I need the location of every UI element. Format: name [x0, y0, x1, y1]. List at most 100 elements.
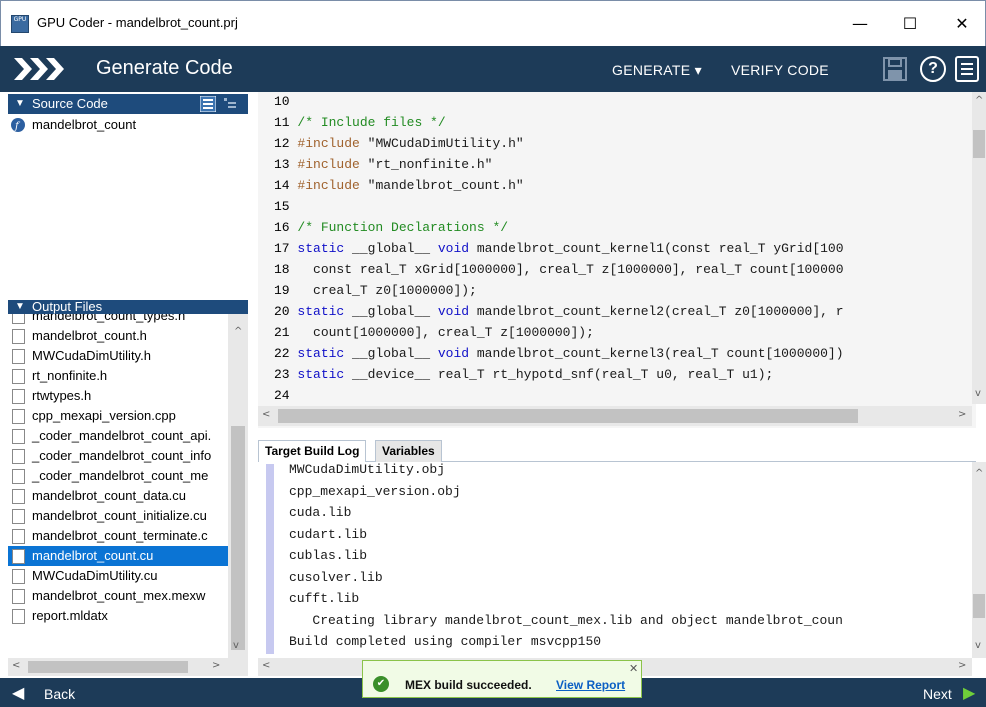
maximize-button[interactable]: ☐	[887, 9, 933, 39]
line-number: 20	[274, 304, 290, 319]
file-icon	[12, 449, 25, 464]
log-vertical-scrollbar[interactable]: ^ v	[972, 462, 986, 658]
collapse-triangle-icon[interactable]: ▼	[15, 98, 25, 109]
source-code-header[interactable]: ▼ Source Code	[8, 94, 248, 114]
tab-variables[interactable]: Variables	[375, 440, 442, 462]
log-line: cuda.lib	[289, 505, 352, 520]
collapse-triangle-icon[interactable]: ▼	[15, 301, 25, 312]
title-bar: GPU GPU Coder - mandelbrot_count.prj — ☐…	[0, 0, 986, 46]
output-file-label: _coder_mandelbrot_count_info	[32, 448, 212, 463]
output-file-item[interactable]: _coder_mandelbrot_count_api.	[8, 426, 228, 446]
next-button[interactable]: Next	[923, 686, 952, 702]
source-item-mandelbrot-count[interactable]: f mandelbrot_count	[8, 115, 248, 135]
output-file-item[interactable]: MWCudaDimUtility.cu	[8, 566, 228, 586]
list-view-icon[interactable]	[200, 96, 216, 112]
output-file-label: _coder_mandelbrot_count_me	[32, 468, 209, 483]
output-file-item[interactable]: _coder_mandelbrot_count_me	[8, 466, 228, 486]
output-file-item[interactable]: mandelbrot_count_types.h	[8, 314, 228, 326]
output-file-item[interactable]: mandelbrot_count_data.cu	[8, 486, 228, 506]
code-line: 23 static __device__ real_T rt_hypotd_sn…	[274, 367, 773, 388]
scroll-left-arrow-icon[interactable]: <	[12, 660, 20, 671]
scroll-up-arrow-icon[interactable]: ^	[975, 468, 983, 479]
output-file-label: mandelbrot_count.cu	[32, 548, 154, 563]
code-token: /* Include files */	[297, 115, 446, 130]
notification-close-icon[interactable]: ✕	[629, 662, 638, 675]
help-button[interactable]: ?	[920, 56, 946, 82]
generate-dropdown-button[interactable]: GENERATE ▾	[612, 62, 702, 79]
toolbar: Generate Code GENERATE ▾ VERIFY CODE ?	[0, 46, 986, 92]
scroll-right-arrow-icon[interactable]: >	[958, 660, 966, 671]
output-file-label: MWCudaDimUtility.h	[32, 348, 151, 363]
editor-vertical-scrollbar[interactable]: ^ v	[972, 92, 986, 404]
view-report-link[interactable]: View Report	[556, 678, 625, 692]
editor-horizontal-scrollbar[interactable]: < >	[258, 406, 972, 426]
file-icon	[12, 349, 25, 364]
code-token: count[1000000], creal_T z[1000000]);	[297, 325, 594, 340]
minimize-button[interactable]: —	[837, 9, 883, 39]
code-token: static	[297, 241, 345, 256]
scroll-down-arrow-icon[interactable]: v	[975, 388, 981, 399]
code-token: __global__	[344, 346, 438, 361]
output-files-horizontal-scrollbar[interactable]: < >	[8, 658, 248, 676]
source-code-header-label: Source Code	[32, 96, 108, 111]
output-file-item[interactable]: mandelbrot_count_terminate.c	[8, 526, 228, 546]
line-number: 15	[274, 199, 290, 214]
verify-code-button[interactable]: VERIFY CODE	[731, 62, 829, 78]
next-arrow-icon[interactable]: ▶	[963, 683, 975, 703]
scroll-left-arrow-icon[interactable]: <	[262, 409, 270, 420]
output-file-item[interactable]: rt_nonfinite.h	[8, 366, 228, 386]
code-token: void	[437, 346, 470, 361]
output-file-item[interactable]: report.mldatx	[8, 606, 228, 626]
code-token: #include	[297, 157, 360, 172]
code-editor[interactable]: 10 11 /* Include files */12 #include "MW…	[258, 92, 976, 428]
code-token: __device__ real_T rt_hypotd_snf(real_T u…	[344, 367, 774, 382]
back-button[interactable]: Back	[44, 686, 75, 702]
output-files-header[interactable]: ▼ Output Files	[8, 299, 248, 314]
scroll-right-arrow-icon[interactable]: >	[958, 409, 966, 420]
output-file-item[interactable]: mandelbrot_count.h	[8, 326, 228, 346]
output-file-item[interactable]: mandelbrot_count_initialize.cu	[8, 506, 228, 526]
code-token: void	[437, 241, 470, 256]
file-icon	[12, 589, 25, 604]
code-token: "mandelbrot_count.h"	[359, 178, 524, 193]
output-file-item[interactable]: MWCudaDimUtility.h	[8, 346, 228, 366]
back-arrow-icon[interactable]: ◀	[12, 683, 24, 703]
tree-view-icon[interactable]	[222, 96, 238, 112]
scroll-left-arrow-icon[interactable]: <	[262, 660, 270, 671]
scrollbar-thumb[interactable]	[973, 594, 985, 618]
scroll-up-arrow-icon[interactable]: ^	[975, 95, 983, 106]
code-token: mandelbrot_count_kernel2(creal_T z0[1000…	[469, 304, 844, 319]
output-file-item[interactable]: mandelbrot_count_mex.mexw	[8, 586, 228, 606]
line-number: 17	[274, 241, 290, 256]
scroll-right-arrow-icon[interactable]: >	[212, 660, 220, 671]
file-icon	[12, 549, 25, 564]
file-icon	[12, 569, 25, 584]
menu-icon[interactable]	[955, 56, 979, 82]
close-button[interactable]: ✕	[939, 9, 985, 39]
output-file-item[interactable]: cpp_mexapi_version.cpp	[8, 406, 228, 426]
code-line: 21 count[1000000], creal_T z[1000000]);	[274, 325, 594, 346]
scroll-down-arrow-icon[interactable]: v	[975, 640, 981, 651]
code-token: mandelbrot_count_kernel3(real_T count[10…	[469, 346, 844, 361]
code-line: 10	[274, 94, 297, 115]
scrollbar-thumb[interactable]	[231, 426, 245, 650]
output-file-item[interactable]: mandelbrot_count.cu	[8, 546, 228, 566]
save-icon[interactable]	[882, 56, 908, 82]
scrollbar-thumb[interactable]	[973, 130, 985, 158]
output-file-label: mandelbrot_count_terminate.c	[32, 528, 208, 543]
output-files-vertical-scrollbar[interactable]: ^ v	[228, 314, 248, 658]
code-line: 17 static __global__ void mandelbrot_cou…	[274, 241, 844, 262]
output-file-item[interactable]: rtwtypes.h	[8, 386, 228, 406]
file-icon	[12, 609, 25, 624]
output-file-label: mandelbrot_count_initialize.cu	[32, 508, 207, 523]
build-success-notification: ✔ MEX build succeeded. View Report ✕	[362, 660, 642, 698]
step-heading: Generate Code	[96, 57, 233, 79]
scroll-up-arrow-icon[interactable]: ^	[234, 326, 242, 337]
output-file-item[interactable]: _coder_mandelbrot_count_info	[8, 446, 228, 466]
scrollbar-thumb[interactable]	[278, 409, 858, 423]
scroll-down-arrow-icon[interactable]: v	[233, 640, 239, 651]
scrollbar-thumb[interactable]	[28, 661, 188, 673]
code-line: 20 static __global__ void mandelbrot_cou…	[274, 304, 844, 325]
workflow-chevron-icon	[14, 58, 64, 80]
tab-target-build-log[interactable]: Target Build Log	[258, 440, 367, 462]
